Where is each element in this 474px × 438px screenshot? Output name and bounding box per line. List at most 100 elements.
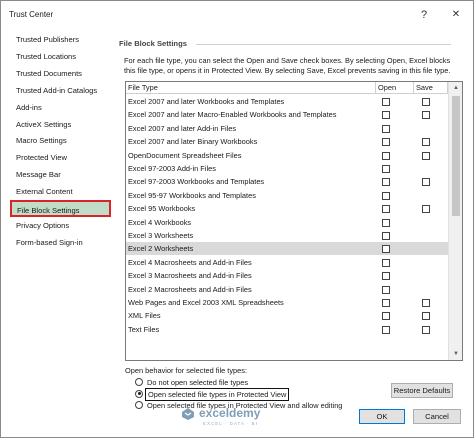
sidebar-item-activex-settings[interactable]: ActiveX Settings [11,116,111,133]
save-checkbox[interactable] [422,205,430,214]
scroll-up-icon[interactable]: ▲ [449,82,462,94]
open-checkbox[interactable] [382,232,390,240]
sidebar-item-macro-settings[interactable]: Macro Settings [11,132,111,149]
open-behavior-label: Open behavior for selected file types: [125,366,248,375]
sidebar-item-file-block-settings[interactable]: File Block Settings [10,200,111,217]
watermark-tagline: EXCEL · DATA · BI [203,421,258,426]
table-row[interactable]: Excel 95 Workbooks [126,202,448,215]
section-title: File Block Settings [119,39,187,48]
table-row[interactable]: Excel 3 Macrosheets and Add-in Files [126,269,448,282]
table-row[interactable]: Excel 4 Workbooks [126,216,448,229]
open-checkbox[interactable] [382,325,390,334]
open-checkbox[interactable] [382,218,390,227]
radio-label: Open selected file types in Protected Vi… [145,387,290,401]
sidebar-item-protected-view[interactable]: Protected View [11,149,111,166]
section-description: For each file type, you can select the O… [124,56,451,75]
radio-button[interactable] [135,401,143,409]
open-checkbox[interactable] [382,258,390,267]
table-row[interactable]: Excel 2007 and later Add-in Files [126,122,448,135]
file-type-label: Excel 2007 and later Add-in Files [128,123,237,133]
table-row[interactable]: Excel 2 Worksheets [126,242,448,256]
open-checkbox[interactable] [382,98,390,106]
sidebar-item-trusted-publishers[interactable]: Trusted Publishers [11,31,111,48]
scroll-down-icon[interactable]: ▼ [449,348,462,360]
table-row[interactable]: Excel 2007 and later Workbooks and Templ… [126,95,448,108]
section-divider [196,44,451,45]
save-checkbox[interactable] [422,138,430,147]
open-checkbox[interactable] [382,312,390,321]
watermark-name: exceldemy [199,406,261,420]
close-icon[interactable]: ✕ [445,5,467,25]
open-checkbox[interactable] [382,272,390,281]
save-checkbox[interactable] [422,151,430,160]
file-type-label: Excel 95-97 Workbooks and Templates [128,190,256,200]
sidebar-item-form-based-sign-in[interactable]: Form-based Sign-in [11,234,111,251]
sidebar: Trusted Publishers Trusted Locations Trust… [7,29,111,399]
file-block-settings-panel: File Block Settings For each file type, … [111,29,463,410]
table-row[interactable]: Excel 97-2003 Add-in Files [126,162,448,175]
open-checkbox[interactable] [382,299,390,307]
table-row[interactable]: Excel 97-2003 Workbooks and Templates [126,175,448,188]
window-title: Trust Center [9,10,54,19]
radio-button[interactable] [135,389,143,398]
file-type-label: Excel 4 Macrosheets and Add-in Files [128,257,252,267]
file-type-label: Excel 2007 and later Macro-Enabled Workb… [128,110,337,120]
file-type-label: Text Files [128,324,160,334]
table-row[interactable]: Excel 3 Worksheets [126,229,448,242]
file-type-label: Excel 2 Macrosheets and Add-in Files [128,284,252,294]
save-checkbox[interactable] [422,325,430,334]
open-checkbox[interactable] [382,191,390,200]
open-checkbox[interactable] [382,165,390,173]
radio-button[interactable] [135,378,143,386]
open-checkbox[interactable] [382,205,390,214]
table-row[interactable]: Web Pages and Excel 2003 XML Spreadsheet… [126,296,448,309]
table-scrollbar[interactable]: ▲ ▼ [448,82,462,360]
table-row[interactable]: Excel 4 Macrosheets and Add-in Files [126,256,448,269]
ok-button[interactable]: OK [359,409,405,424]
sidebar-item-trusted-locations[interactable]: Trusted Locations [11,48,111,65]
file-type-label: Excel 2007 and later Workbooks and Templ… [128,97,285,106]
column-header-open: Open [376,82,414,94]
column-header-save: Save [414,82,448,94]
save-checkbox[interactable] [422,98,430,106]
help-icon[interactable]: ? [413,5,435,25]
file-type-label: Excel 97-2003 Workbooks and Templates [128,177,265,187]
table-row[interactable]: Excel 2007 and later Binary Workbooks [126,135,448,148]
file-type-table: File Type Open Save Excel 2007 and later… [125,81,463,361]
file-type-label: Excel 95 Workbooks [128,204,196,214]
open-checkbox[interactable] [382,138,390,147]
cancel-button[interactable]: Cancel [413,409,461,424]
save-checkbox[interactable] [422,111,430,120]
restore-defaults-button[interactable]: Restore Defaults [391,383,453,398]
open-checkbox[interactable] [382,151,390,160]
file-type-label: Excel 3 Macrosheets and Add-in Files [128,271,252,281]
sidebar-item-trusted-documents[interactable]: Trusted Documents [11,65,111,82]
open-checkbox[interactable] [382,245,390,254]
file-type-label: Excel 97-2003 Add-in Files [128,164,216,173]
open-checkbox[interactable] [382,285,390,294]
sidebar-item-message-bar[interactable]: Message Bar [11,166,111,183]
file-type-label: XML Files [128,311,161,321]
table-row[interactable]: XML Files [126,309,448,322]
open-checkbox[interactable] [382,111,390,120]
sidebar-item-external-content[interactable]: External Content [11,183,111,200]
save-checkbox[interactable] [422,299,430,307]
file-type-label: Web Pages and Excel 2003 XML Spreadsheet… [128,298,284,307]
sidebar-item-trusted-add-in-catalogs[interactable]: Trusted Add-in Catalogs [11,82,111,99]
table-row[interactable]: OpenDocument Spreadsheet Files [126,149,448,162]
table-row[interactable]: Excel 95-97 Workbooks and Templates [126,189,448,202]
save-checkbox[interactable] [422,312,430,321]
table-row[interactable]: Excel 2 Macrosheets and Add-in Files [126,283,448,296]
exceldemy-watermark: exceldemy EXCEL · DATA · BI [181,404,311,430]
exceldemy-logo-icon [182,408,194,420]
sidebar-item-add-ins[interactable]: Add-ins [11,99,111,116]
file-type-label: Excel 3 Worksheets [128,231,194,240]
open-checkbox[interactable] [382,178,390,187]
scroll-thumb[interactable] [452,96,460,216]
table-row[interactable]: Excel 2007 and later Macro-Enabled Workb… [126,108,448,121]
table-row[interactable]: Text Files [126,323,448,336]
save-checkbox[interactable] [422,178,430,187]
sidebar-item-privacy-options[interactable]: Privacy Options [11,217,111,234]
file-type-label: Excel 2007 and later Binary Workbooks [128,137,258,147]
open-checkbox[interactable] [382,124,390,133]
